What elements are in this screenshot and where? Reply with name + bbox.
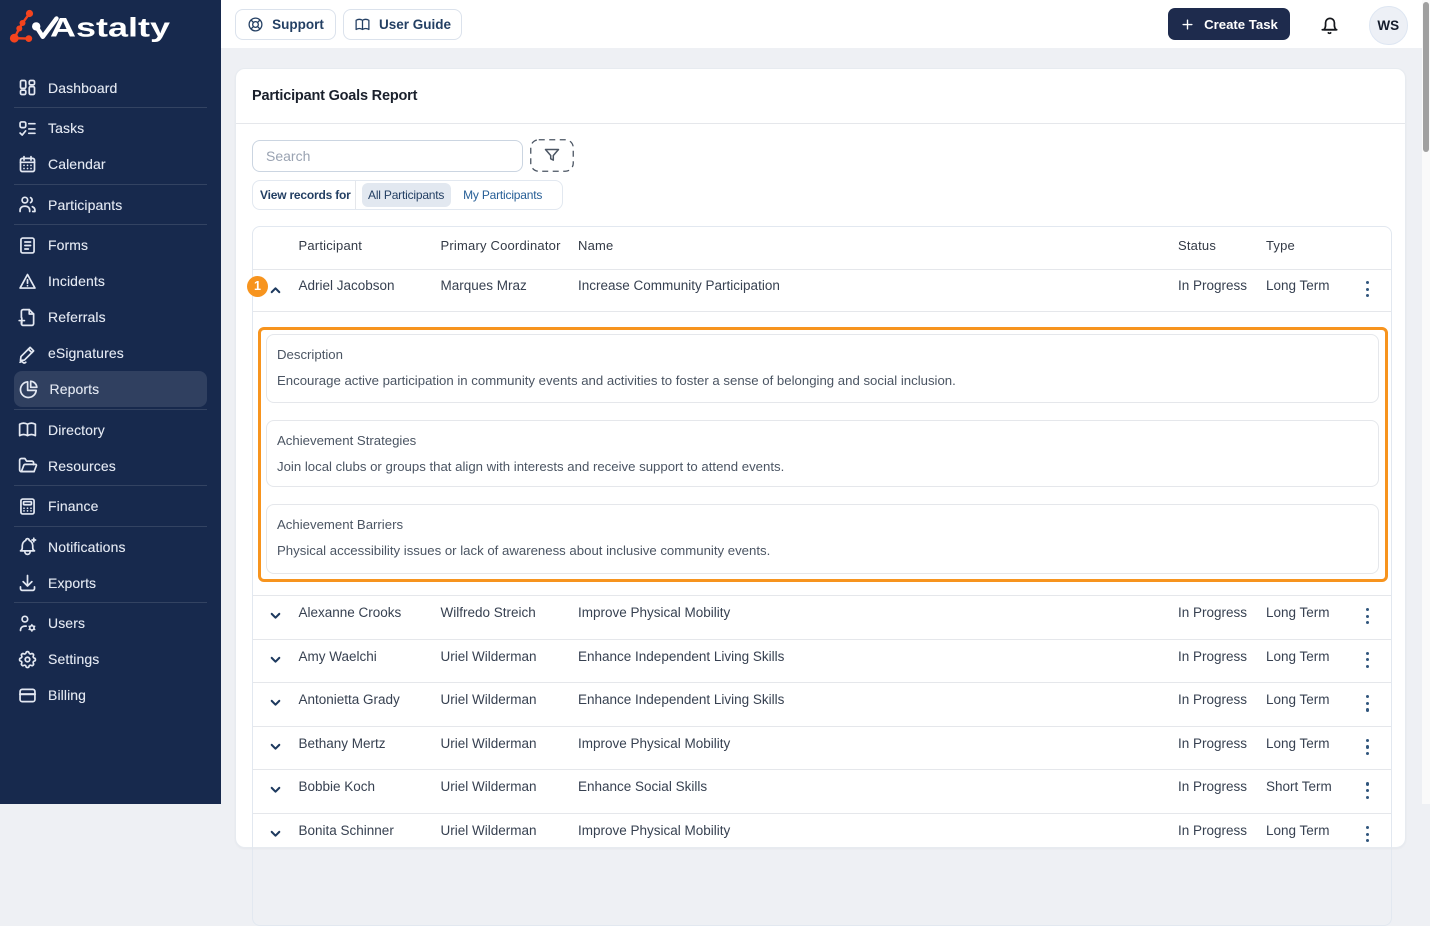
svg-text:Astalty: Astalty [50,13,170,43]
